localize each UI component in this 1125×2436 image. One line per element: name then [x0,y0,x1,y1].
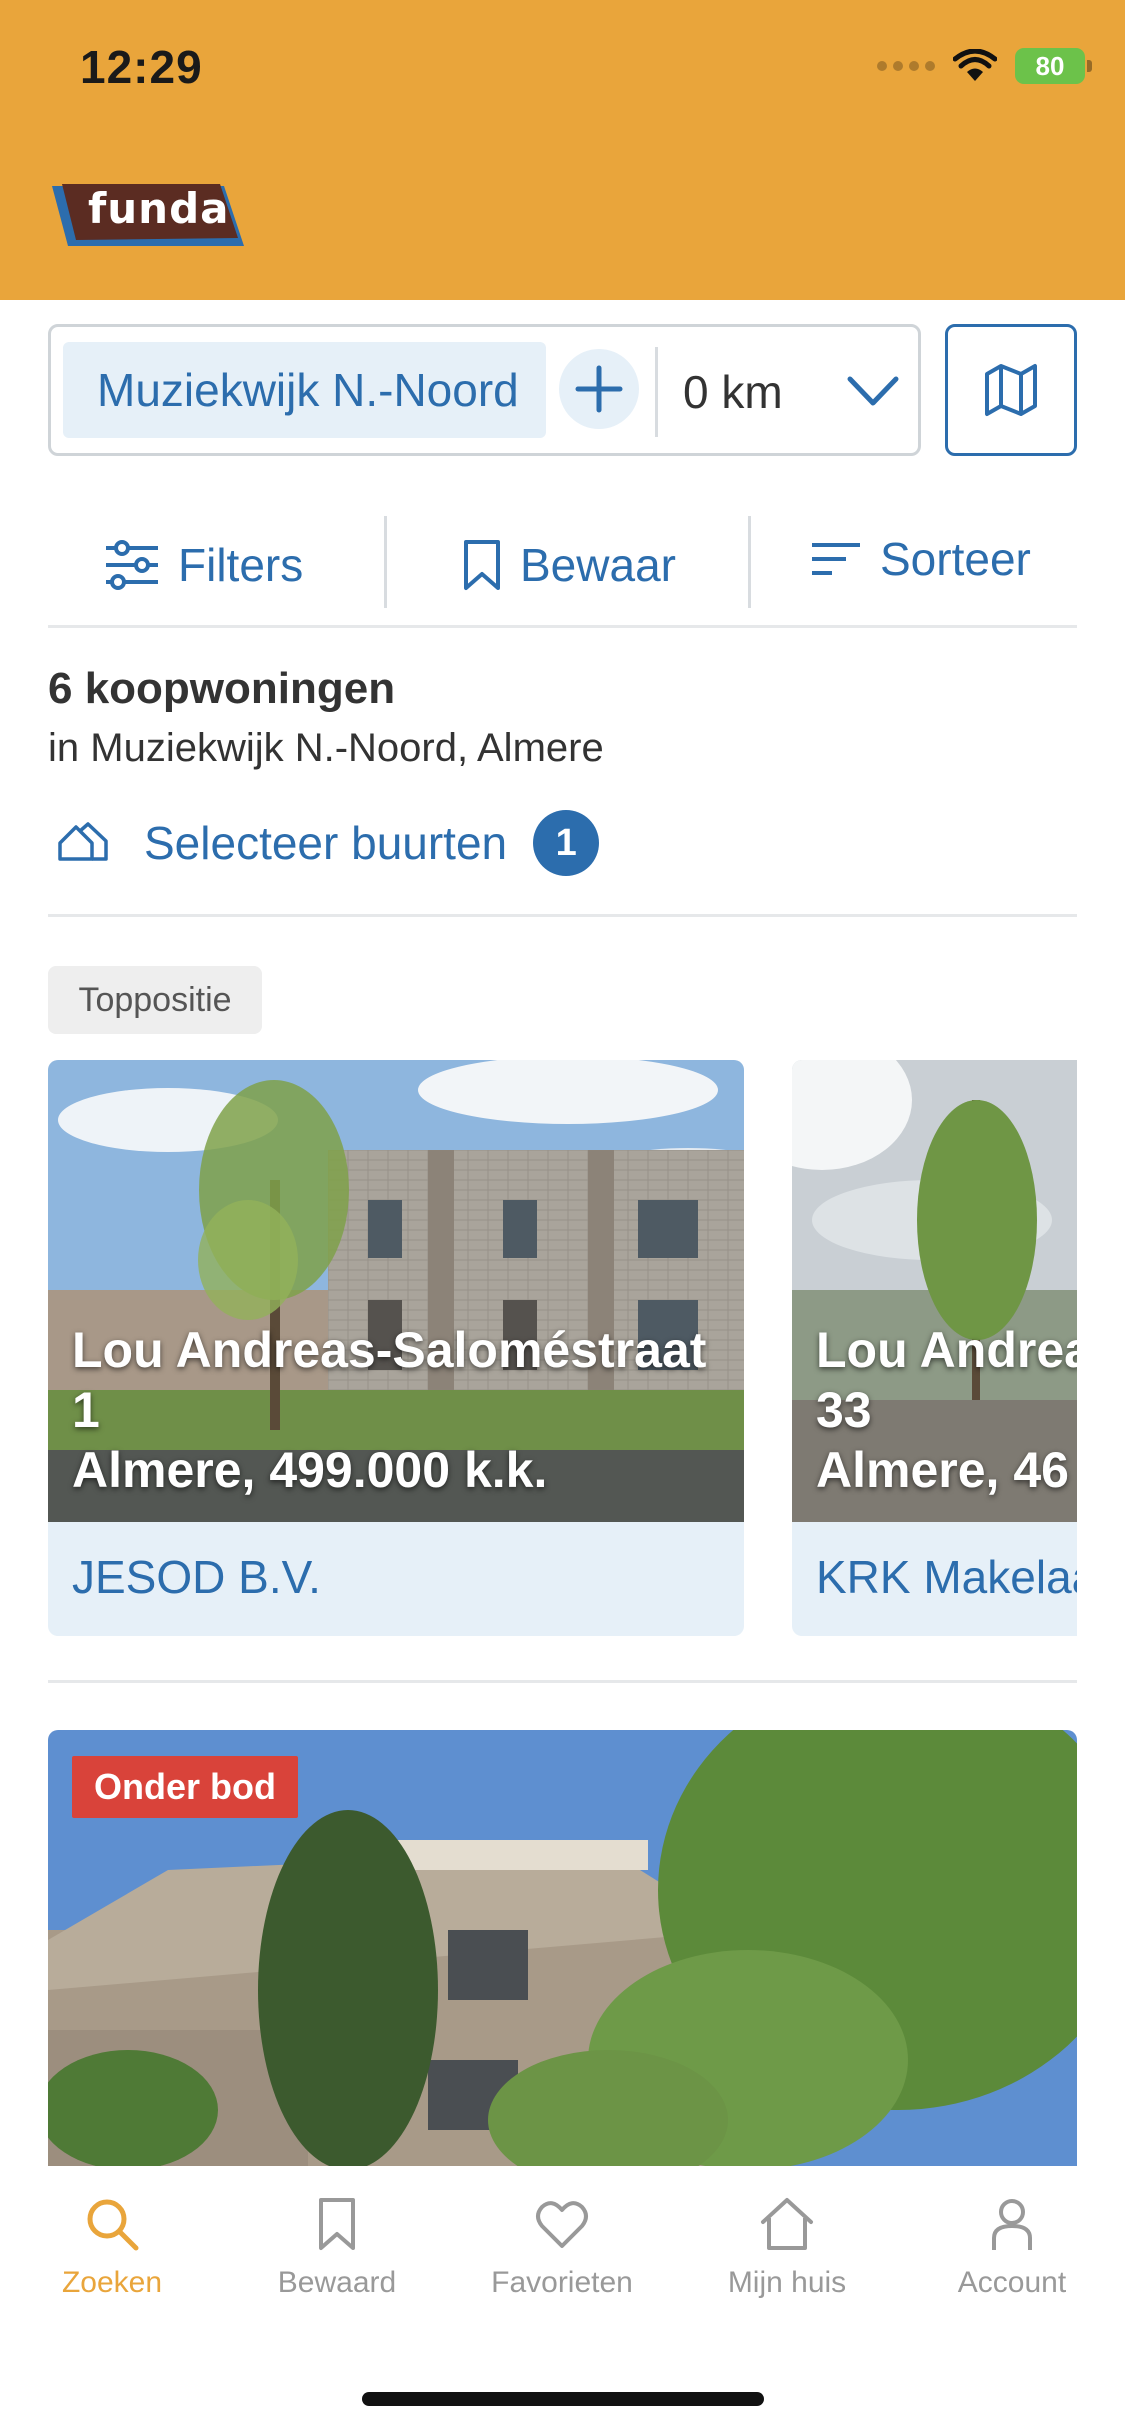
map-icon [985,364,1037,416]
listing-card[interactable]: Lou Andrea 33 Almere, 46 KRK Makelaa [792,1060,1077,1636]
app-screen: 12:29 80 funda Muziekwijk N.-Noord 0 km … [0,0,1125,2436]
filters-label: Filters [178,539,304,591]
tab-favorites[interactable]: Favorieten [472,2196,652,2300]
chevron-down-icon[interactable] [846,365,900,419]
app-header: 12:29 80 funda [0,0,1125,300]
agent-name[interactable]: JESOD B.V. [72,1550,321,1604]
save-label: Bewaar [520,539,676,591]
neighbourhood-count-badge: 1 [533,810,600,876]
brand-wordmark: funda [88,184,230,233]
home-indicator[interactable] [362,2392,764,2406]
search-icon [87,2199,139,2251]
listing-info: Lou Andrea 33 Almere, 46 [816,1320,1077,1500]
status-badge: Onder bod [72,1756,298,1818]
tab-account[interactable]: Account [922,2196,1102,2300]
results-location: in Muziekwijk N.-Noord, Almere [48,726,604,770]
add-location-button[interactable] [559,349,639,429]
tab-label: Favorieten [491,2266,633,2299]
listing-address: Lou Andreas-Saloméstraat [72,1322,707,1378]
divider [48,1680,1077,1683]
results-count: 6 koopwoningen [48,664,396,713]
divider [748,516,751,608]
listing-city-price: Almere, 46 [816,1442,1069,1498]
select-neighbourhoods-button[interactable]: Selecteer buurten 1 [56,810,600,876]
agent-name[interactable]: KRK Makelaa [816,1550,1077,1604]
plus-icon [575,365,623,413]
heart-icon [536,2201,588,2248]
divider [48,914,1077,917]
listing-card-large[interactable]: Onder bod [48,1730,1077,2166]
house-outline-icon [58,822,108,861]
filters-button[interactable]: Filters [104,510,303,620]
listing-info: Lou Andreas-Saloméstraat 1 Almere, 499.0… [72,1320,742,1500]
listing-card[interactable]: Lou Andreas-Saloméstraat 1 Almere, 499.0… [48,1060,744,1636]
toolbar: Filters Bewaar Sorteer [48,510,1077,628]
listing-house-number: 33 [816,1382,872,1438]
search-box[interactable]: Muziekwijk N.-Noord 0 km [48,324,921,456]
select-neighbourhoods-label: Selecteer buurten [144,817,508,869]
tab-search[interactable]: Zoeken [22,2196,202,2300]
wifi-icon [953,49,997,81]
bookmark-icon [319,2198,355,2250]
divider [655,347,658,437]
location-chip[interactable]: Muziekwijk N.-Noord [63,342,546,438]
radius-select[interactable]: 0 km [683,365,783,419]
listing-city-price: Almere, 499.000 k.k. [72,1442,548,1498]
tab-label: Zoeken [61,2266,163,2299]
tab-saved[interactable]: Bewaard [247,2196,427,2300]
tab-label: Bewaard [277,2266,397,2299]
cellular-signal-icon [877,61,935,71]
top-position-carousel[interactable]: Lou Andreas-Saloméstraat 1 Almere, 499.0… [48,1060,1077,1636]
tab-my-home[interactable]: Mijn huis [697,2196,877,2300]
sort-label: Sorteer [880,533,1031,585]
top-position-badge: Toppositie [48,966,262,1034]
tab-label: Account [957,2266,1067,2299]
status-time: 12:29 [80,41,203,93]
bookmark-icon [464,540,500,590]
map-button[interactable] [945,324,1077,456]
sliders-icon [106,540,158,590]
sort-button[interactable]: Sorteer [810,504,1031,614]
home-icon [761,2198,813,2250]
sort-icon [812,543,860,575]
divider [384,516,387,608]
save-search-button[interactable]: Bewaar [462,510,676,620]
person-icon [992,2199,1032,2250]
tab-label: Mijn huis [727,2266,847,2299]
listing-address: Lou Andrea [816,1322,1077,1378]
listing-house-number: 1 [72,1382,100,1438]
battery-icon: 80 [1015,48,1092,84]
status-icons: 80 [877,48,1092,84]
